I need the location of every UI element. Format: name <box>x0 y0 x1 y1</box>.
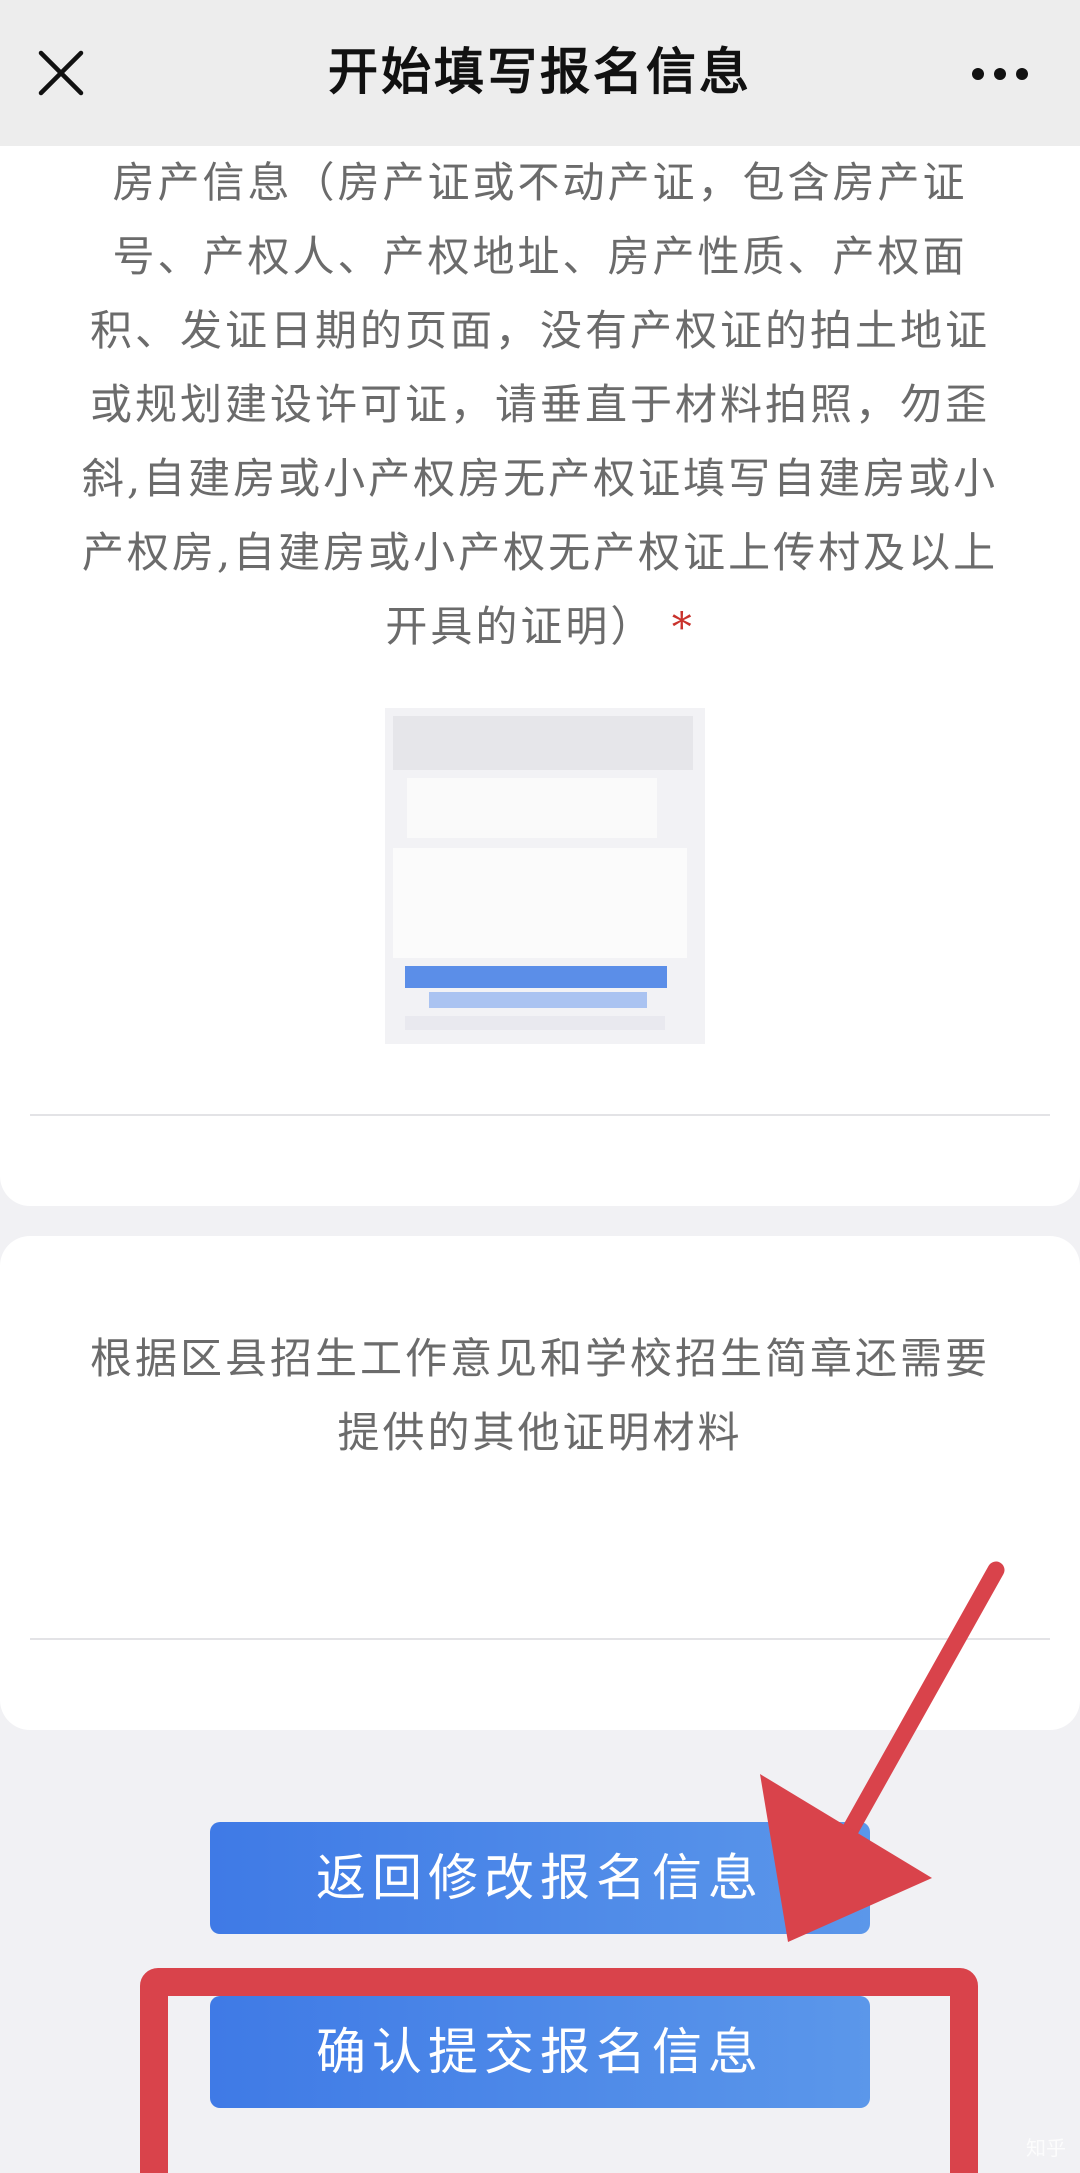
back-edit-button[interactable]: 返回修改报名信息 <box>210 1822 870 1934</box>
divider <box>30 1114 1050 1116</box>
required-mark: * <box>671 605 695 651</box>
divider <box>30 1638 1050 1640</box>
more-dots-icon[interactable] <box>970 62 1030 86</box>
page-title: 开始填写报名信息 <box>328 42 752 101</box>
uploaded-document-thumbnail[interactable] <box>385 708 705 1044</box>
confirm-submit-button[interactable]: 确认提交报名信息 <box>210 1996 870 2108</box>
property-info-text: 房产信息（房产证或不动产证，包含房产证号、产权人、产权地址、房产性质、产权面积、… <box>81 158 999 651</box>
other-materials-label: 根据区县招生工作意见和学校招生简章还需要提供的其他证明材料 <box>89 1334 990 1457</box>
property-info-label: 房产信息（房产证或不动产证，包含房产证号、产权人、产权地址、房产性质、产权面积、… <box>70 146 1010 665</box>
property-info-card: 房产信息（房产证或不动产证，包含房产证号、产权人、产权地址、房产性质、产权面积、… <box>0 146 1080 1206</box>
nav-bar: 开始填写报名信息 <box>0 0 1080 146</box>
other-materials-card: 根据区县招生工作意见和学校招生简章还需要提供的其他证明材料 <box>0 1236 1080 1730</box>
watermark-text: 知乎 <box>1026 2136 1066 2160</box>
